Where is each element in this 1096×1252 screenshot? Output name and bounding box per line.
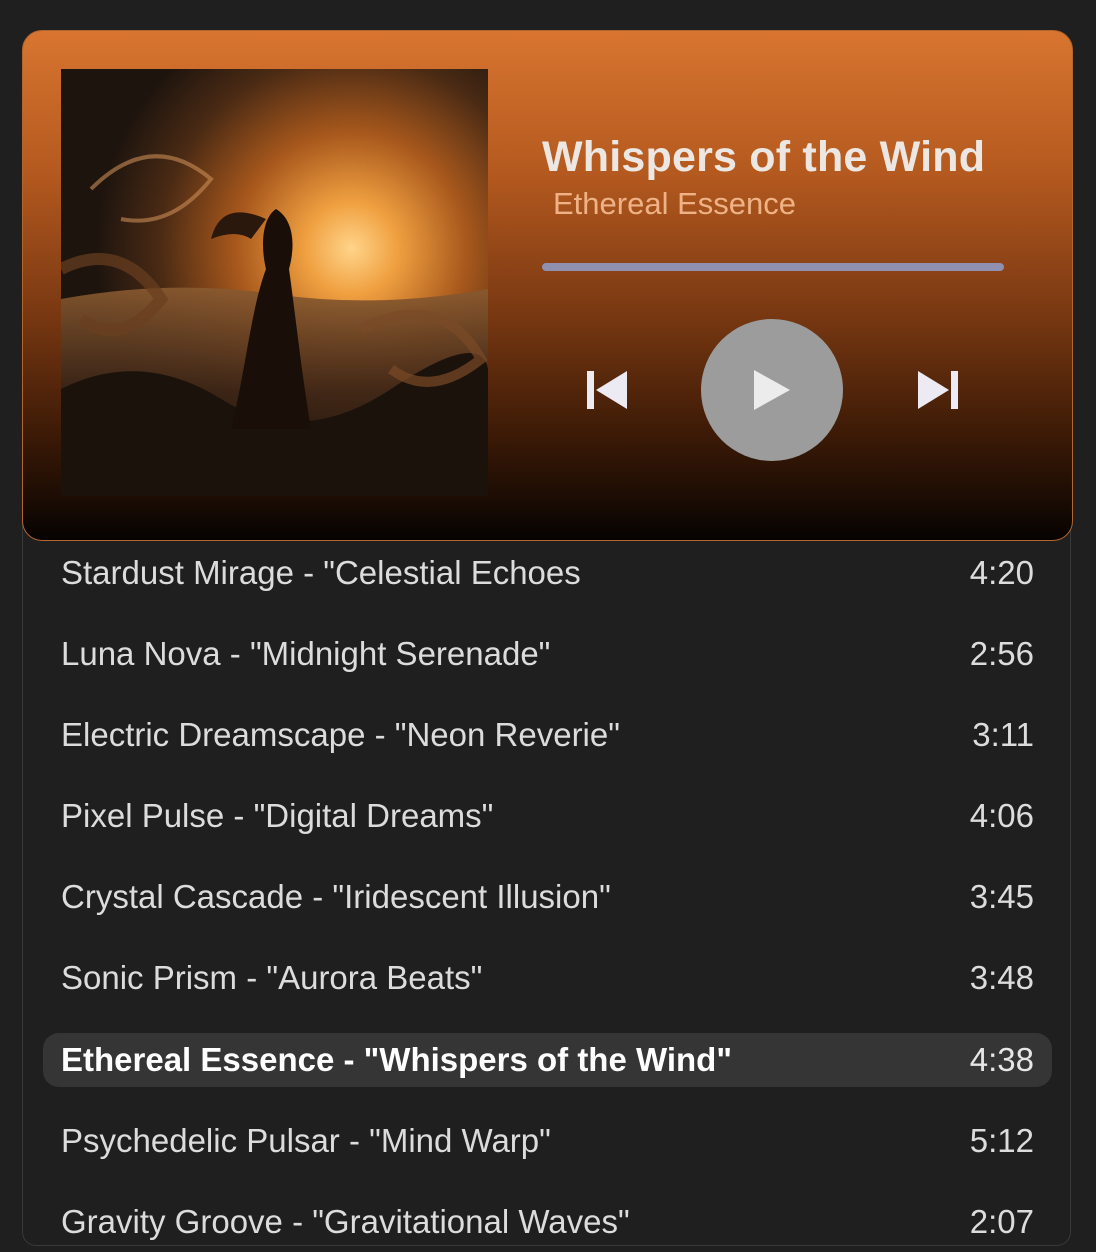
album-art [61,69,488,496]
track-name: Sonic Prism - "Aurora Beats" [61,959,483,996]
progress-bar[interactable] [542,263,1004,271]
playlist-item[interactable]: Sonic Prism - "Aurora Beats" 3:48 [43,951,1052,1005]
playlist: Stardust Mirage - "Celestial Echoes 4:20… [22,516,1071,1246]
playlist-item[interactable]: Luna Nova - "Midnight Serenade" 2:56 [43,627,1052,681]
play-button[interactable] [701,319,843,461]
playlist-item[interactable]: Stardust Mirage - "Celestial Echoes 4:20 [43,546,1052,600]
track-name: Electric Dreamscape - "Neon Reverie" [61,716,620,753]
track-duration: 4:38 [969,1041,1034,1078]
track-duration: 3:11 [972,716,1034,753]
album-art-image [61,69,488,496]
track-duration: 3:48 [969,959,1034,996]
track-name: Ethereal Essence - "Whispers of the Wind… [61,1041,732,1078]
playlist-item[interactable]: Crystal Cascade - "Iridescent Illusion" … [43,870,1052,924]
playlist-item[interactable]: Pixel Pulse - "Digital Dreams" 4:06 [43,789,1052,843]
now-playing-card: Whispers of the Wind Ethereal Essence [22,30,1073,541]
track-duration: 4:20 [969,554,1034,591]
next-button[interactable] [916,368,960,412]
playlist-item-active[interactable]: Ethereal Essence - "Whispers of the Wind… [43,1033,1052,1087]
track-name: Psychedelic Pulsar - "Mind Warp" [61,1122,551,1159]
playlist-item[interactable]: Gravity Groove - "Gravitational Waves" 2… [43,1195,1052,1245]
artist-name: Ethereal Essence [553,186,796,221]
skip-previous-icon [587,371,627,409]
track-name: Crystal Cascade - "Iridescent Illusion" [61,878,611,915]
track-duration: 2:07 [969,1203,1034,1240]
play-icon [754,370,790,410]
track-duration: 4:06 [969,797,1034,834]
song-title: Whispers of the Wind [542,133,986,181]
track-info: Whispers of the Wind Ethereal Essence [542,133,1012,222]
track-name: Luna Nova - "Midnight Serenade" [61,635,551,672]
playlist-item[interactable]: Electric Dreamscape - "Neon Reverie" 3:1… [43,708,1052,762]
track-name: Gravity Groove - "Gravitational Waves" [61,1203,630,1240]
skip-next-icon [918,371,958,409]
track-name: Stardust Mirage - "Celestial Echoes [61,554,581,591]
previous-button[interactable] [585,368,629,412]
track-name: Pixel Pulse - "Digital Dreams" [61,797,494,834]
track-duration: 3:45 [969,878,1034,915]
track-duration: 5:12 [969,1122,1034,1159]
track-duration: 2:56 [969,635,1034,672]
playlist-item[interactable]: Psychedelic Pulsar - "Mind Warp" 5:12 [43,1114,1052,1168]
